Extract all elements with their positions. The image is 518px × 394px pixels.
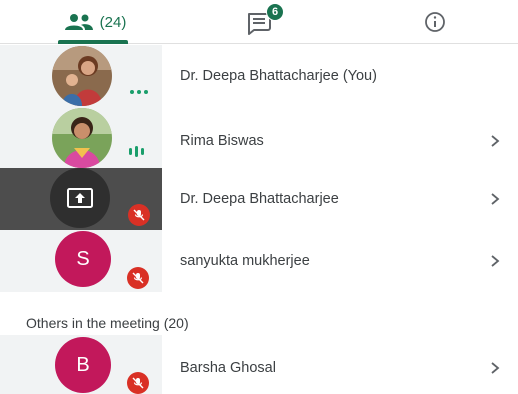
participant-row[interactable]: Dr. Deepa Bhattacharjee: [0, 168, 518, 230]
participant-tile: [0, 45, 162, 107]
participant-row[interactable]: Dr. Deepa Bhattacharjee (You): [0, 45, 518, 107]
chevron-right-icon[interactable]: [488, 190, 502, 208]
avatar: [52, 108, 112, 168]
participant-tile: [0, 106, 162, 168]
tab-people[interactable]: (24): [20, 0, 170, 44]
people-icon: [64, 14, 93, 30]
participant-tile: S: [0, 230, 162, 292]
participant-row[interactable]: B Barsha Ghosal: [0, 335, 518, 394]
speaking-indicator: [130, 90, 148, 94]
chevron-right-icon[interactable]: [488, 252, 502, 270]
participant-name: sanyukta mukherjee: [180, 253, 310, 269]
mic-off-icon: [128, 204, 150, 226]
section-header-others: Others in the meeting (20): [26, 315, 189, 331]
chat-unread-badge: 6: [266, 3, 284, 21]
avatar: [52, 46, 112, 106]
participant-name: Rima Biswas: [180, 133, 264, 149]
info-icon: [425, 12, 445, 32]
participant-name: Dr. Deepa Bhattacharjee (You): [180, 68, 377, 84]
participant-name: Barsha Ghosal: [180, 360, 276, 376]
chevron-right-icon[interactable]: [488, 359, 502, 377]
people-count: (24): [99, 13, 127, 31]
present-screen-icon: [50, 168, 110, 228]
participant-tile: B: [0, 335, 162, 394]
tab-chat[interactable]: 6: [195, 0, 325, 44]
avatar: B: [55, 337, 111, 393]
participant-tile: [0, 168, 162, 230]
avatar: S: [55, 231, 111, 287]
mic-off-icon: [127, 267, 149, 289]
participant-name: Dr. Deepa Bhattacharjee: [180, 191, 339, 207]
mic-off-icon: [127, 372, 149, 394]
participant-row[interactable]: Rima Biswas: [0, 106, 518, 168]
tab-bar: (24) 6: [0, 0, 518, 44]
tab-info[interactable]: [360, 0, 510, 44]
participant-row[interactable]: S sanyukta mukherjee: [0, 230, 518, 292]
audio-level-icon: [129, 146, 144, 157]
active-tab-indicator: [58, 40, 128, 44]
chevron-right-icon[interactable]: [488, 132, 502, 150]
